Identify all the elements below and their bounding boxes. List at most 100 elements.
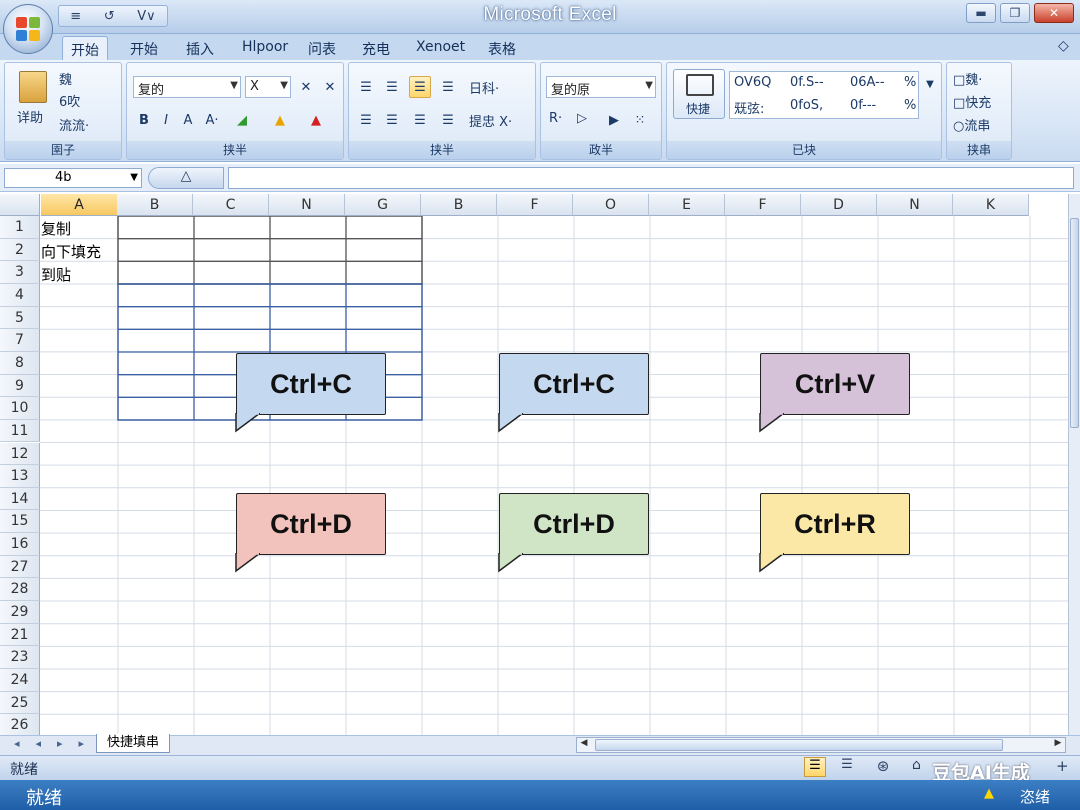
row-header[interactable]: 25: [0, 691, 40, 715]
clipboard-item-3[interactable]: 流流·: [59, 115, 89, 134]
tab-biaoge[interactable]: 表格: [480, 36, 524, 60]
normal-view-icon[interactable]: ☰: [804, 757, 826, 777]
align-middle-icon[interactable]: ☰: [381, 76, 403, 98]
number-item-1[interactable]: R·: [549, 111, 562, 126]
font-color-icon[interactable]: ▲: [305, 109, 327, 131]
office-button[interactable]: [3, 4, 53, 54]
cells-item-1[interactable]: □魏·: [953, 69, 982, 88]
orientation-button[interactable]: 日科·: [469, 78, 499, 97]
highlight-color-icon[interactable]: ▲: [269, 109, 291, 131]
tab-wenbiao[interactable]: 问表: [300, 36, 344, 60]
prev-sheet-icon[interactable]: ◂: [35, 737, 41, 750]
paste-button-label[interactable]: 详助: [17, 107, 43, 126]
warning-icon[interactable]: ▲: [984, 786, 994, 801]
cells-item-2[interactable]: □快充: [953, 92, 991, 111]
number-item-2[interactable]: ▷: [577, 111, 587, 126]
column-header[interactable]: F: [725, 194, 801, 216]
cell-styles-gallery[interactable]: OV6Q 0f.S-- 06A-- % 兓弦: 0foS, 0f--- %: [729, 71, 919, 119]
name-box[interactable]: 4b ▼: [4, 168, 142, 188]
first-sheet-icon[interactable]: ◂: [14, 737, 20, 750]
horizontal-scrollbar[interactable]: ◀ ▶: [576, 737, 1066, 753]
tab-home-active[interactable]: 开始: [62, 36, 108, 60]
undo-icon[interactable]: ↺: [104, 9, 115, 24]
style-3[interactable]: 06A--: [850, 75, 885, 90]
insert-function-button[interactable]: △: [148, 167, 224, 189]
clipboard-item-1[interactable]: 魏: [59, 69, 72, 88]
align-center-icon[interactable]: ☰: [381, 109, 403, 131]
column-header[interactable]: F: [497, 194, 573, 216]
column-header[interactable]: B: [117, 194, 193, 216]
row-header[interactable]: 5: [0, 306, 40, 330]
row-header[interactable]: 9: [0, 374, 40, 398]
tab-insert[interactable]: 插入: [178, 36, 222, 60]
style-2[interactable]: 0f.S--: [790, 75, 824, 90]
customize-qat-icon[interactable]: V∨: [137, 9, 155, 24]
minimize-button[interactable]: ▬: [966, 3, 996, 23]
page-break-view-icon[interactable]: ⊛: [872, 757, 894, 777]
quick-style-button[interactable]: 快捷: [673, 69, 725, 119]
wrap-text-icon[interactable]: ☰: [437, 76, 459, 98]
font-size-select[interactable]: X ▼: [245, 76, 291, 98]
column-header[interactable]: C: [193, 194, 269, 216]
bold-button[interactable]: B: [133, 109, 155, 131]
select-all-corner[interactable]: [0, 194, 40, 216]
align-right-icon[interactable]: ☰: [409, 109, 431, 131]
qat-menu-icon[interactable]: ≡: [70, 9, 81, 24]
row-header[interactable]: 7: [0, 329, 40, 352]
zoom-in-icon[interactable]: +: [1056, 757, 1069, 775]
cell-grid[interactable]: [40, 216, 1068, 736]
grow-font-icon[interactable]: ✕: [295, 76, 317, 98]
column-header[interactable]: B: [421, 194, 497, 216]
row-header[interactable]: 24: [0, 669, 40, 692]
zoom-icon[interactable]: ⌂: [912, 757, 932, 777]
merge-button[interactable]: 提忠 X·: [469, 111, 512, 130]
cell-a2[interactable]: 向下填充: [41, 241, 101, 262]
row-header[interactable]: 26: [0, 714, 40, 737]
cell-a1[interactable]: 复制: [41, 218, 71, 239]
close-button[interactable]: ✕: [1034, 3, 1074, 23]
last-sheet-icon[interactable]: ▸: [78, 737, 84, 750]
row-header[interactable]: 8: [0, 351, 40, 375]
row-header[interactable]: 13: [0, 465, 40, 488]
style-7[interactable]: 0f---: [850, 98, 876, 113]
style-6[interactable]: 0foS,: [790, 98, 823, 113]
next-sheet-icon[interactable]: ▸: [57, 737, 63, 750]
row-header[interactable]: 15: [0, 510, 40, 534]
column-header[interactable]: A: [41, 194, 118, 216]
formula-input[interactable]: [228, 167, 1074, 189]
sheet-tab[interactable]: 快捷填串: [96, 734, 170, 753]
font-style-button[interactable]: A·: [199, 109, 225, 131]
tab-home[interactable]: 开始: [122, 36, 166, 60]
cells-item-3[interactable]: ○流串: [953, 115, 990, 134]
row-header[interactable]: 27: [0, 555, 40, 579]
page-layout-view-icon[interactable]: ☰: [836, 757, 858, 777]
fill-color-icon[interactable]: ◢: [231, 109, 253, 131]
justify-icon[interactable]: ☰: [437, 109, 459, 131]
row-header[interactable]: 12: [0, 442, 40, 466]
style-8[interactable]: %: [904, 98, 916, 113]
row-header[interactable]: 3: [0, 261, 40, 284]
row-header[interactable]: 10: [0, 397, 40, 420]
shrink-font-icon[interactable]: ✕: [319, 76, 341, 98]
restore-button[interactable]: ❐: [1000, 3, 1030, 23]
row-header[interactable]: 28: [0, 578, 40, 602]
align-left-icon[interactable]: ☰: [355, 109, 377, 131]
align-top-icon[interactable]: ☰: [355, 76, 377, 98]
tab-xenoet[interactable]: Xenoet: [408, 36, 473, 60]
vertical-scroll-thumb[interactable]: [1070, 218, 1079, 428]
tab-chongdian[interactable]: 充电: [354, 36, 398, 60]
row-header[interactable]: 11: [0, 419, 40, 443]
horizontal-scroll-thumb[interactable]: [595, 739, 1003, 751]
style-4[interactable]: %: [904, 75, 916, 90]
gallery-scroll-icon[interactable]: ▼: [919, 73, 941, 95]
row-header[interactable]: 21: [0, 623, 40, 647]
scroll-right-icon[interactable]: ▶: [1051, 738, 1065, 752]
align-bottom-icon[interactable]: ☰: [409, 76, 431, 98]
decrease-decimal-icon[interactable]: ⁙: [629, 109, 651, 131]
italic-button[interactable]: I: [155, 109, 177, 131]
column-header[interactable]: O: [573, 194, 649, 216]
column-header[interactable]: D: [801, 194, 877, 216]
paste-icon[interactable]: [19, 71, 47, 103]
column-header[interactable]: N: [877, 194, 953, 216]
scroll-left-icon[interactable]: ◀: [577, 738, 591, 752]
